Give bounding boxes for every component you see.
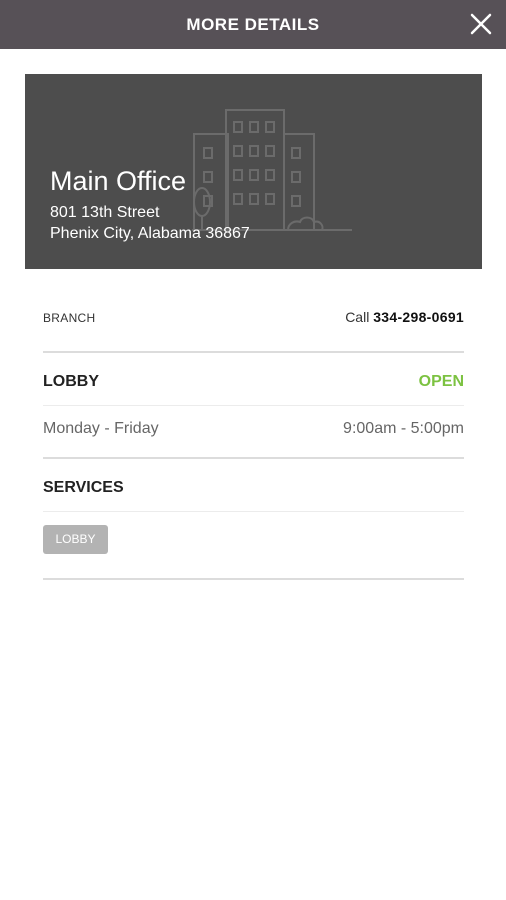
call-phone-link[interactable]: Call 334-298-0691 [345,309,464,325]
divider [43,457,464,459]
divider [43,578,464,580]
lobby-title: LOBBY [43,373,99,390]
divider [43,405,464,406]
lobby-hours: 9:00am - 5:00pm [343,420,464,437]
location-card: Main Office 801 13th Street Phenix City,… [25,74,482,269]
close-icon[interactable] [468,11,494,37]
location-name: Main Office [50,166,187,196]
building-icon [192,109,352,231]
service-tag-lobby[interactable]: LOBBY [43,525,108,554]
services-title: SERVICES [43,479,124,496]
phone-number: 334-298-0691 [373,309,464,325]
top-bar: MORE DETAILS [0,0,506,49]
page-title: MORE DETAILS [186,15,320,34]
address-line-1: 801 13th Street [50,204,160,221]
status-badge: OPEN [418,373,464,390]
call-prefix: Call [345,309,370,325]
divider [43,351,464,353]
divider [43,511,464,512]
address-line-2: Phenix City, Alabama 36867 [50,225,250,242]
